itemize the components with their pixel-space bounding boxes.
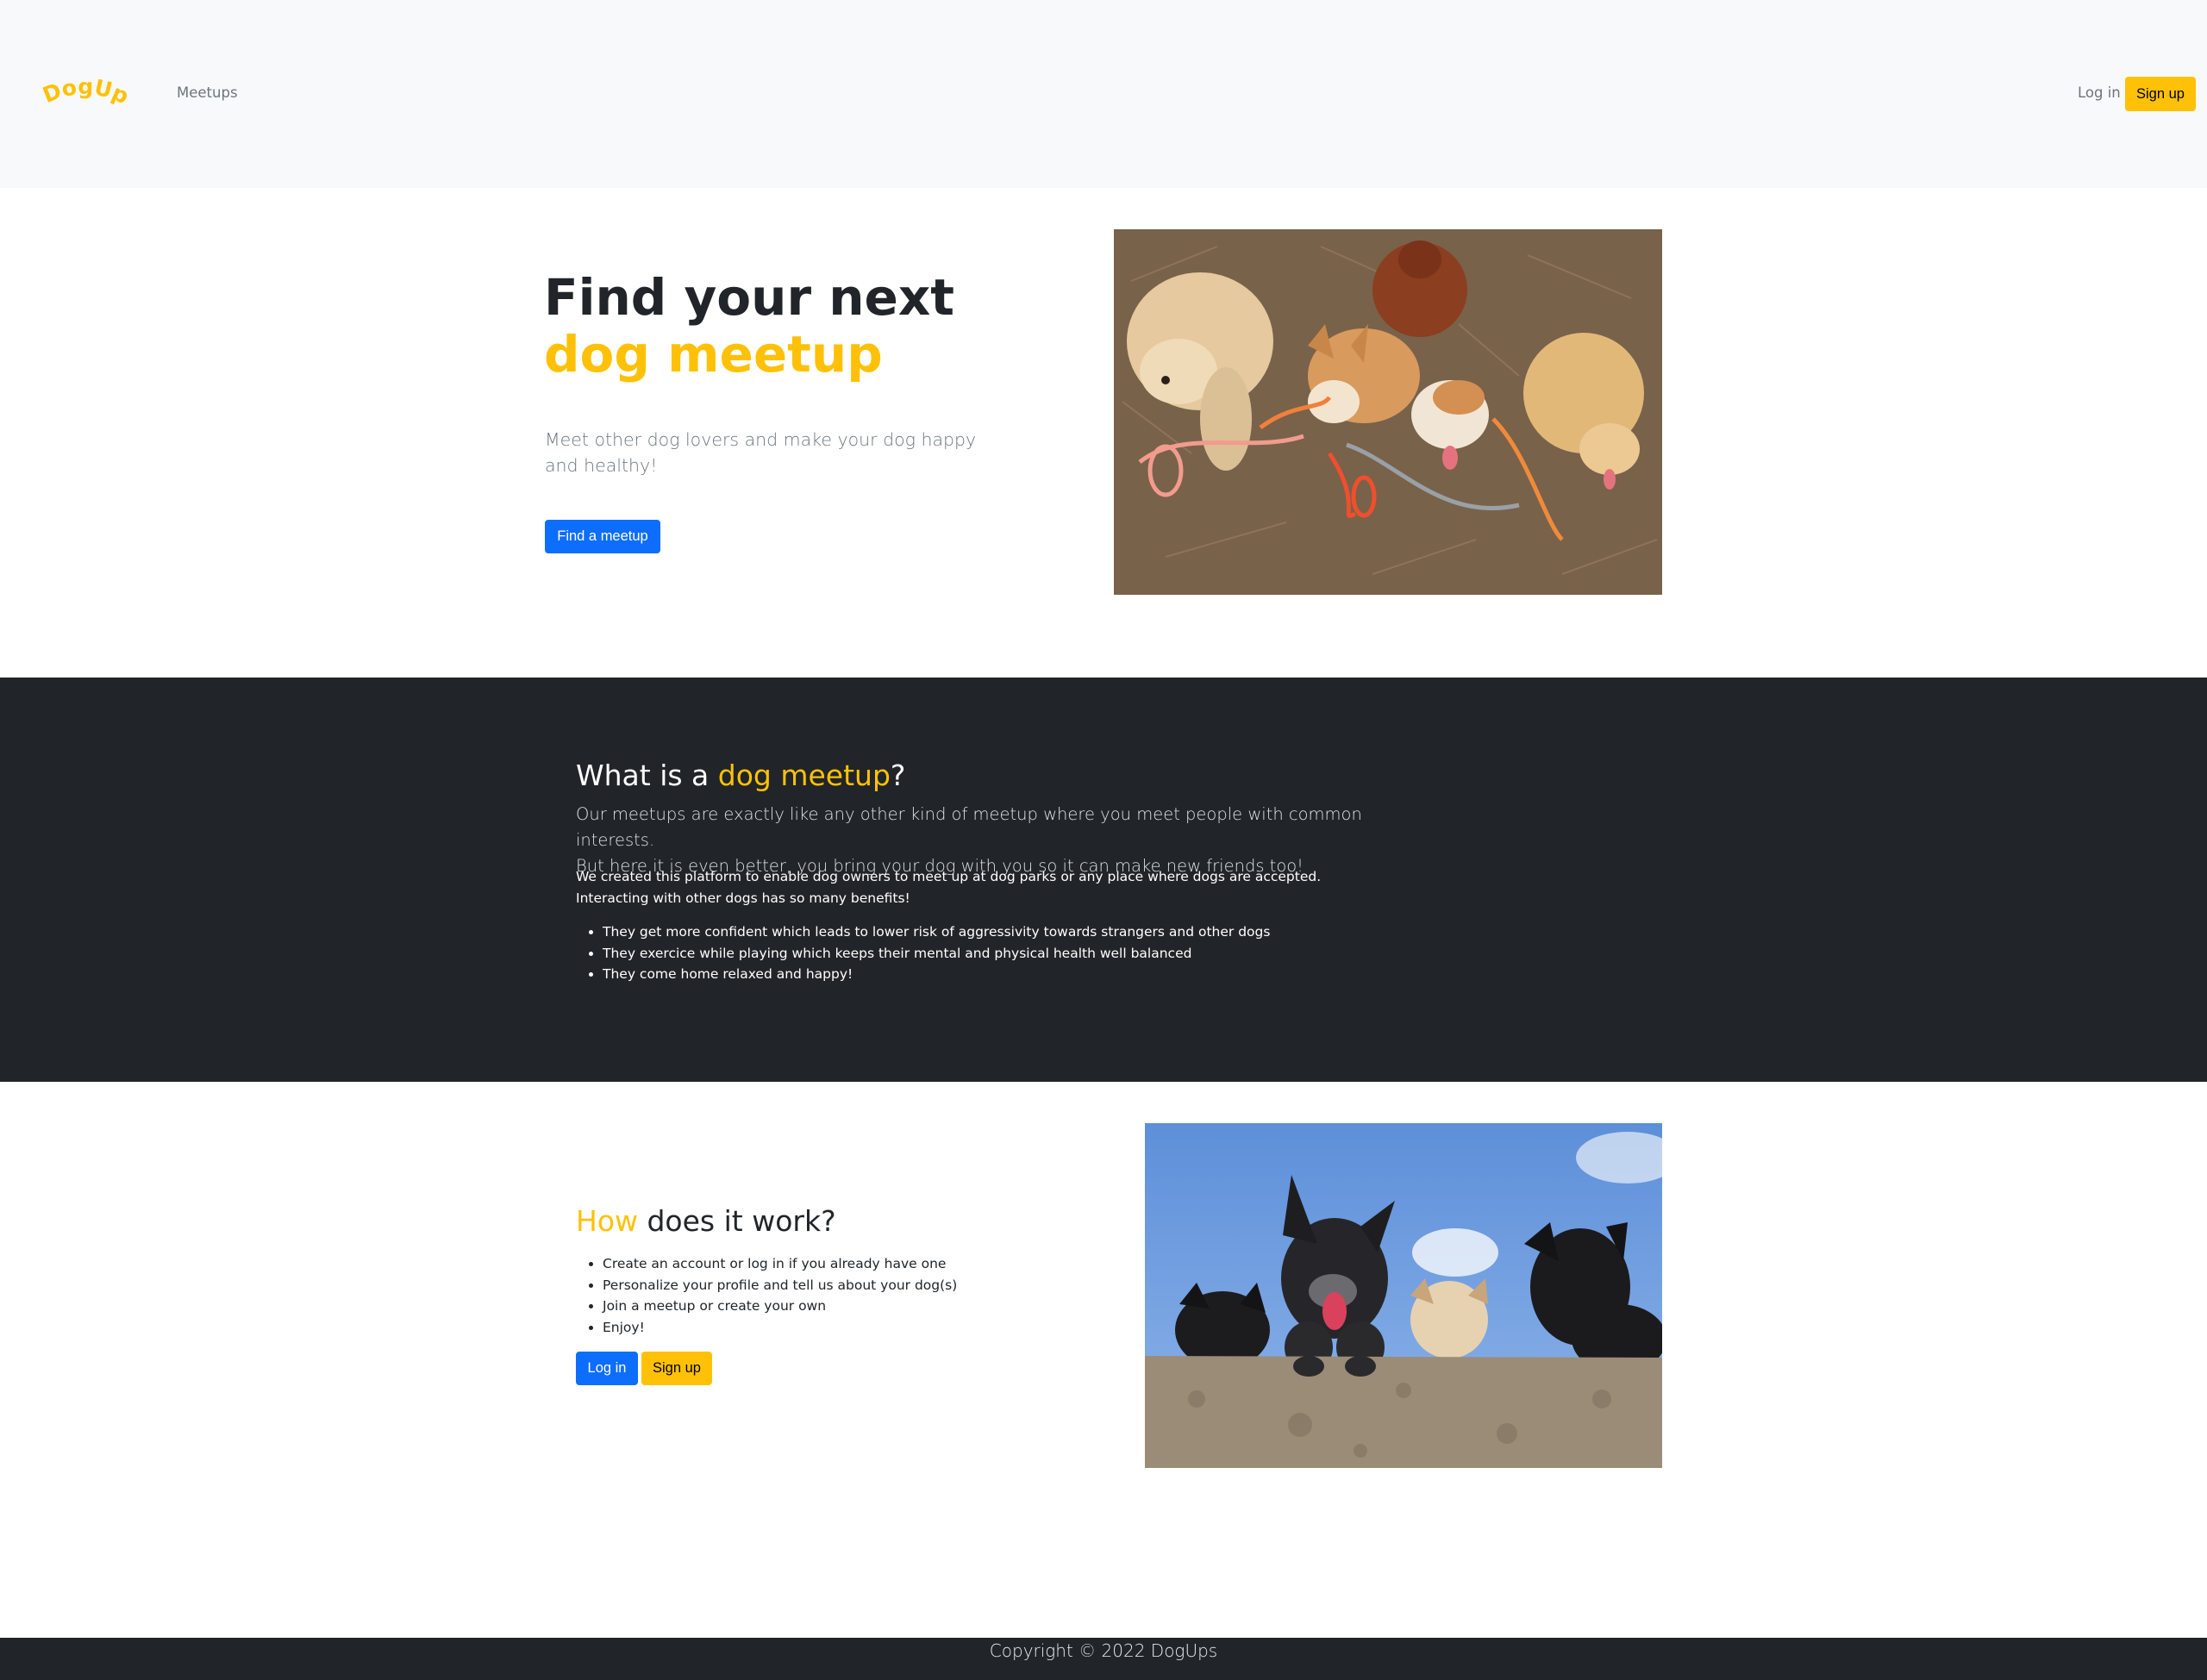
about-text-line-1: We created this platform to enable dog o… [576, 869, 1322, 884]
hero-dogs-photo [1114, 229, 1662, 595]
about-title: What is a dog meetup? [576, 759, 905, 792]
hero-title: Find your next dog meetup [544, 269, 1027, 383]
benefit-item: They exercice while playing which keeps … [603, 943, 1551, 965]
benefit-item: They come home relaxed and happy! [603, 964, 1551, 985]
hero-subtitle: Meet other dog lovers and make your dog … [545, 429, 977, 476]
about-lead-line-1: Our meetups are exactly like any other k… [576, 804, 1362, 850]
footer-copyright: Copyright © 2022 DogUps [989, 1640, 1218, 1661]
hero-title-text: Find your next [544, 268, 955, 327]
benefit-item: They get more confident which leads to l… [603, 921, 1551, 943]
navbar [0, 0, 2207, 188]
step-item: Enjoy! [603, 1317, 1120, 1339]
svg-text:DogUps: DogUps [41, 72, 128, 109]
how-signup-button[interactable]: Sign up [641, 1352, 712, 1385]
about-title-post: ? [890, 759, 906, 792]
step-item: Create an account or log in if you alrea… [603, 1253, 1120, 1275]
how-title: How does it work? [576, 1204, 836, 1238]
how-login-button[interactable]: Log in [576, 1352, 638, 1385]
step-item: Join a meetup or create your own [603, 1296, 1120, 1317]
about-text-line-2: Interacting with other dogs has so many … [576, 890, 910, 906]
dogs-on-wall-photo [1145, 1123, 1662, 1468]
how-title-rest: does it work? [638, 1204, 836, 1238]
find-meetup-button[interactable]: Find a meetup [545, 520, 660, 553]
dogups-logo[interactable]: DogUps [41, 72, 128, 116]
about-title-pre: What is a [576, 759, 718, 792]
benefits-list: They get more confident which leads to l… [576, 921, 1551, 985]
nav-signup-button[interactable]: Sign up [2125, 77, 2196, 111]
hero-title-accent: dog meetup [544, 325, 883, 384]
nav-link-meetups[interactable]: Meetups [177, 84, 238, 101]
logo-text: DogUps [41, 72, 128, 109]
about-title-accent: dog meetup [717, 759, 891, 792]
steps-list: Create an account or log in if you alrea… [576, 1253, 1120, 1338]
step-item: Personalize your profile and tell us abo… [603, 1275, 1120, 1296]
about-text: We created this platform to enable dog o… [576, 866, 1421, 909]
nav-login-link[interactable]: Log in [2078, 84, 2121, 101]
how-title-accent: How [576, 1204, 638, 1238]
